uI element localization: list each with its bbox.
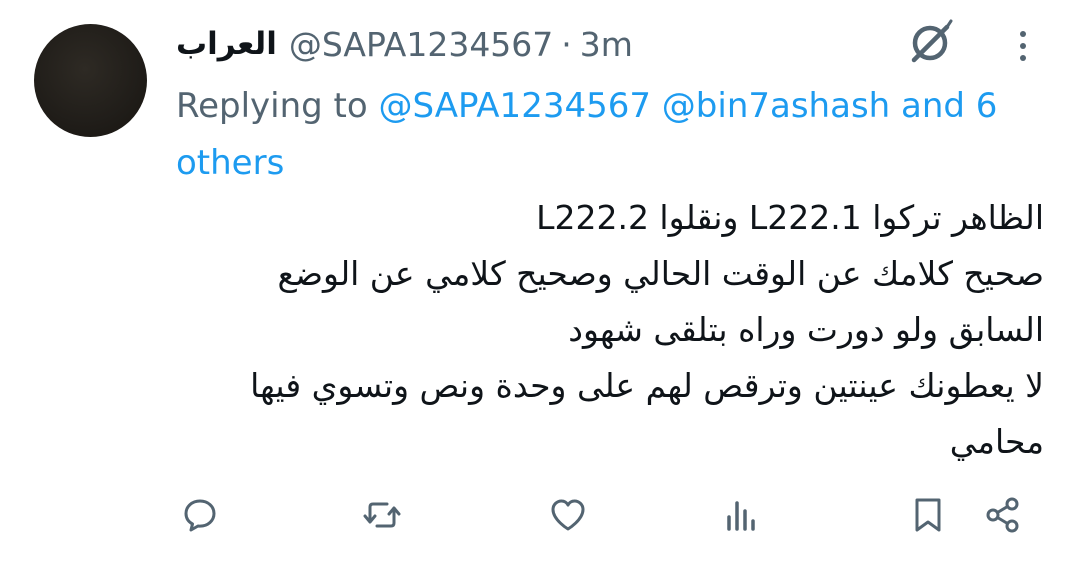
- action-bar: [0, 495, 1080, 545]
- views-icon[interactable]: [722, 495, 762, 535]
- replying-to: Replying to @SAPA1234567 @bin7ashash and…: [176, 78, 1016, 192]
- grok-icon[interactable]: [904, 16, 956, 68]
- reply-icon[interactable]: [180, 495, 220, 535]
- timestamp[interactable]: 3m: [580, 25, 633, 64]
- separator: ·: [561, 24, 572, 64]
- bookmark-icon[interactable]: [908, 495, 948, 535]
- tweet-header: العراب @SAPA1234567 · 3m: [176, 20, 633, 68]
- like-icon[interactable]: [548, 495, 588, 535]
- retweet-icon[interactable]: [362, 495, 402, 535]
- mention-link[interactable]: @bin7ashash: [662, 86, 890, 126]
- replying-prefix: Replying to: [176, 86, 368, 126]
- author-handle[interactable]: @SAPA1234567: [289, 25, 553, 64]
- avatar[interactable]: [34, 24, 147, 137]
- more-vertical-icon[interactable]: [1008, 26, 1038, 66]
- share-icon[interactable]: [983, 495, 1023, 535]
- mention-link[interactable]: @SAPA1234567: [379, 86, 651, 126]
- tweet-text: الظاهر تركوا L222.1 ونقلوا L222.2 صحيح ك…: [250, 198, 1044, 461]
- author-name[interactable]: العراب: [176, 26, 277, 62]
